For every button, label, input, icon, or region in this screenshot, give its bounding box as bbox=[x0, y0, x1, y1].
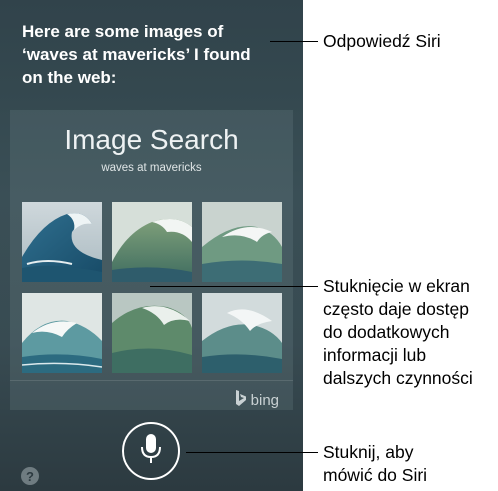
card-title: Image Search bbox=[64, 124, 239, 155]
siri-response-line: Here are some images of bbox=[22, 22, 224, 41]
card-divider bbox=[10, 380, 293, 381]
siri-screen: Here are some images of ‘waves at maveri… bbox=[0, 0, 303, 491]
callout-text: Stuknij, aby bbox=[323, 442, 414, 462]
image-thumbnail[interactable] bbox=[22, 202, 102, 282]
callout-text: Stuknięcie w ekran bbox=[323, 276, 470, 296]
callout-tap-mic: Stuknij, aby mówić do Siri bbox=[323, 441, 427, 487]
callout-line bbox=[150, 286, 318, 287]
callout-text: do dodatkowych bbox=[323, 322, 450, 342]
image-search-card[interactable]: Image Search waves at mavericks bing bbox=[10, 110, 293, 410]
callout-siri-response: Odpowiedź Siri bbox=[323, 30, 441, 53]
image-thumbnail[interactable] bbox=[202, 293, 282, 373]
help-button[interactable]: ? bbox=[21, 467, 39, 485]
image-thumbnail[interactable] bbox=[22, 293, 102, 373]
callout-text: Odpowiedź Siri bbox=[323, 31, 441, 51]
bing-logo: bing bbox=[235, 390, 279, 410]
callout-tap-screen: Stuknięcie w ekran często daje dostęp do… bbox=[323, 275, 473, 390]
bing-label: bing bbox=[250, 391, 279, 409]
microphone-icon bbox=[140, 433, 162, 470]
image-thumbnail[interactable] bbox=[112, 202, 192, 282]
siri-response-line: on the web: bbox=[22, 68, 117, 87]
callout-text: często daje dostęp bbox=[323, 299, 469, 319]
callout-line bbox=[186, 452, 318, 453]
callout-line bbox=[270, 41, 318, 42]
siri-response: Here are some images of ‘waves at maveri… bbox=[22, 20, 292, 89]
image-grid bbox=[22, 202, 284, 373]
callout-text: informacji lub bbox=[323, 345, 427, 365]
image-thumbnail[interactable] bbox=[202, 202, 282, 282]
bing-icon bbox=[235, 390, 247, 410]
image-thumbnail[interactable] bbox=[112, 293, 192, 373]
callout-text: dalszych czynności bbox=[323, 368, 473, 388]
siri-response-line: ‘waves at mavericks’ I found bbox=[22, 45, 251, 64]
search-query: waves at mavericks bbox=[101, 162, 202, 174]
microphone-button[interactable] bbox=[122, 422, 180, 480]
callout-text: mówić do Siri bbox=[323, 465, 428, 485]
